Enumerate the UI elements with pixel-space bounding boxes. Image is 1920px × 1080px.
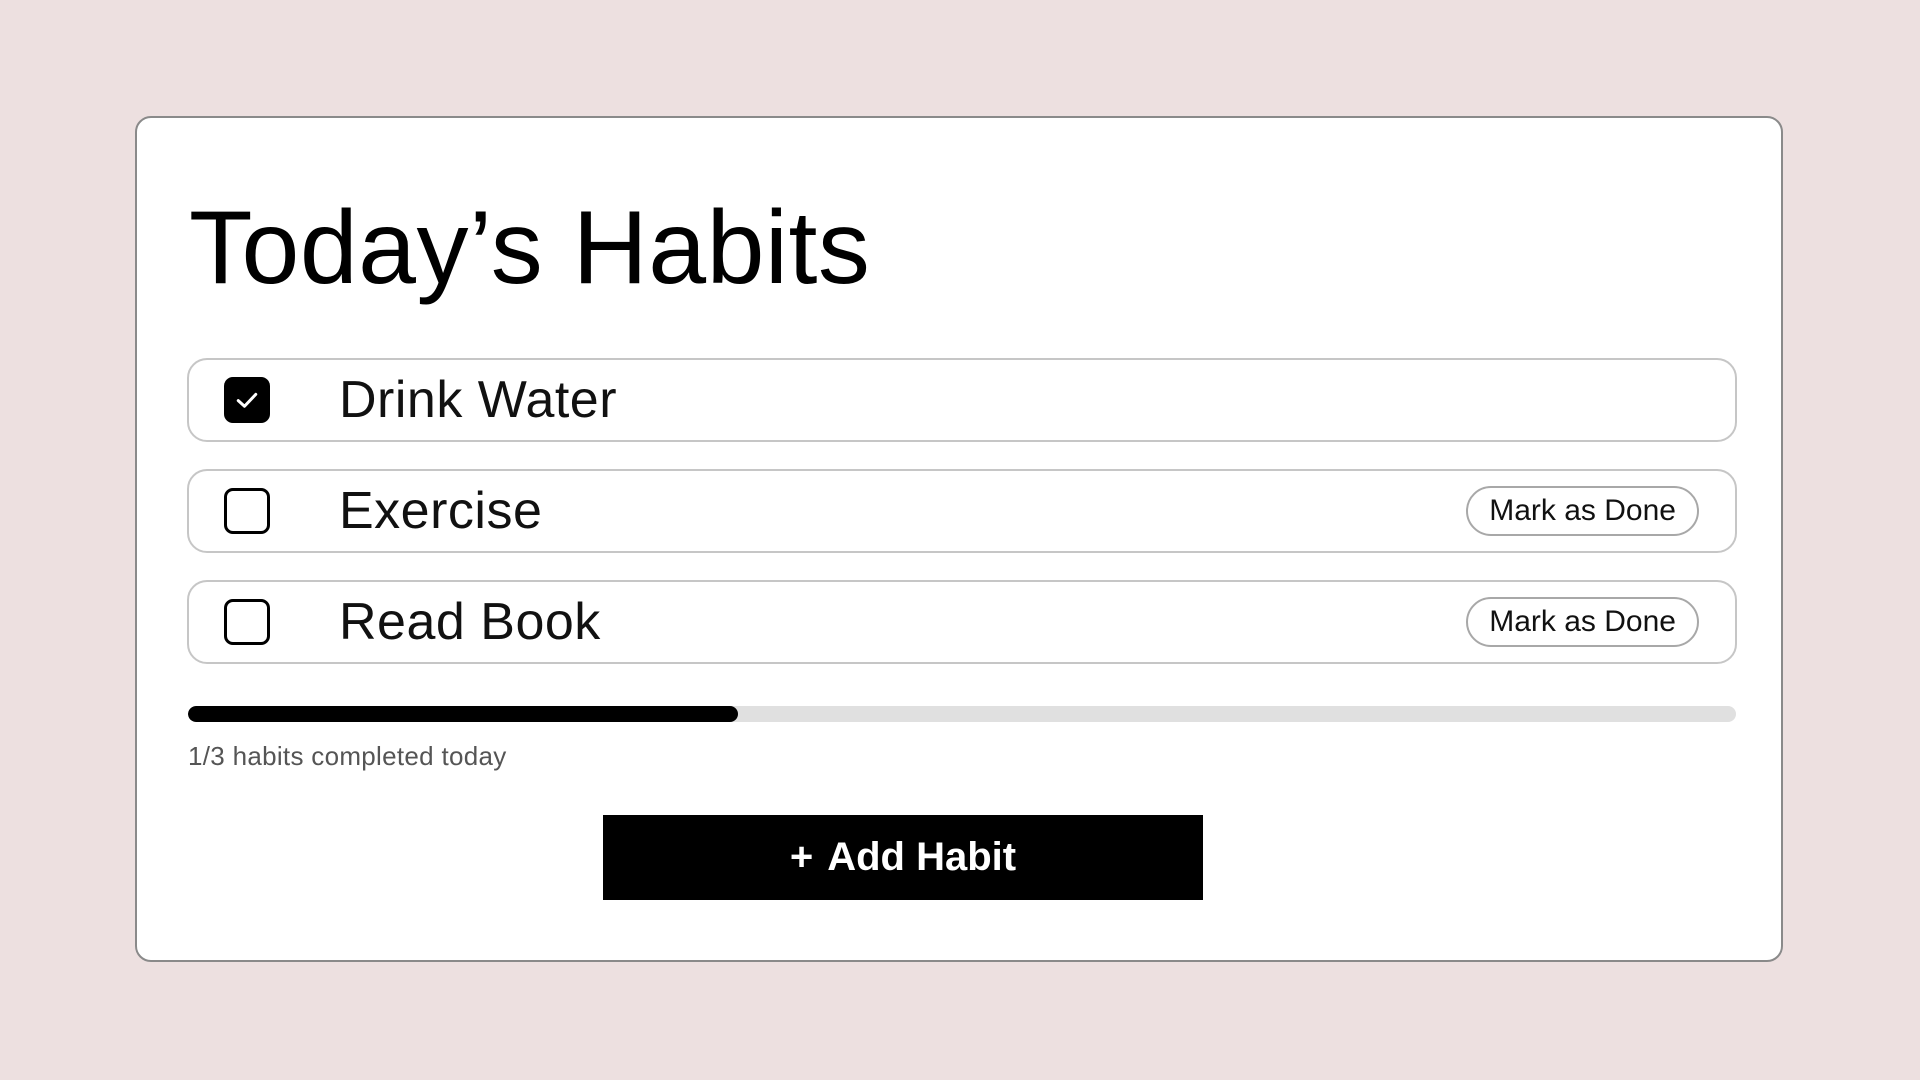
habit-checkbox-drink-water[interactable] (224, 377, 270, 423)
mark-as-done-button-exercise[interactable]: Mark as Done (1466, 486, 1699, 536)
habit-list: Drink Water Exercise Mark as Done Read B… (187, 358, 1737, 691)
progress-bar (188, 706, 1736, 722)
add-habit-button[interactable]: + Add Habit (603, 815, 1203, 900)
habit-row-drink-water: Drink Water (187, 358, 1737, 442)
add-habit-label: Add Habit (827, 835, 1017, 879)
habit-label: Drink Water (339, 371, 618, 429)
page-title: Today’s Habits (189, 190, 871, 306)
habit-checkbox-read-book[interactable] (224, 599, 270, 645)
habit-label: Exercise (339, 482, 543, 540)
checkmark-icon (236, 392, 258, 408)
habit-label: Read Book (339, 593, 601, 651)
habit-row-exercise: Exercise Mark as Done (187, 469, 1737, 553)
habit-row-read-book: Read Book Mark as Done (187, 580, 1737, 664)
habits-card: Today’s Habits Drink Water Exercise Mark… (135, 116, 1783, 962)
habit-checkbox-exercise[interactable] (224, 488, 270, 534)
progress-bar-fill (188, 706, 738, 722)
plus-icon: + (789, 835, 814, 879)
mark-as-done-button-read-book[interactable]: Mark as Done (1466, 597, 1699, 647)
progress-text: 1/3 habits completed today (188, 741, 507, 771)
